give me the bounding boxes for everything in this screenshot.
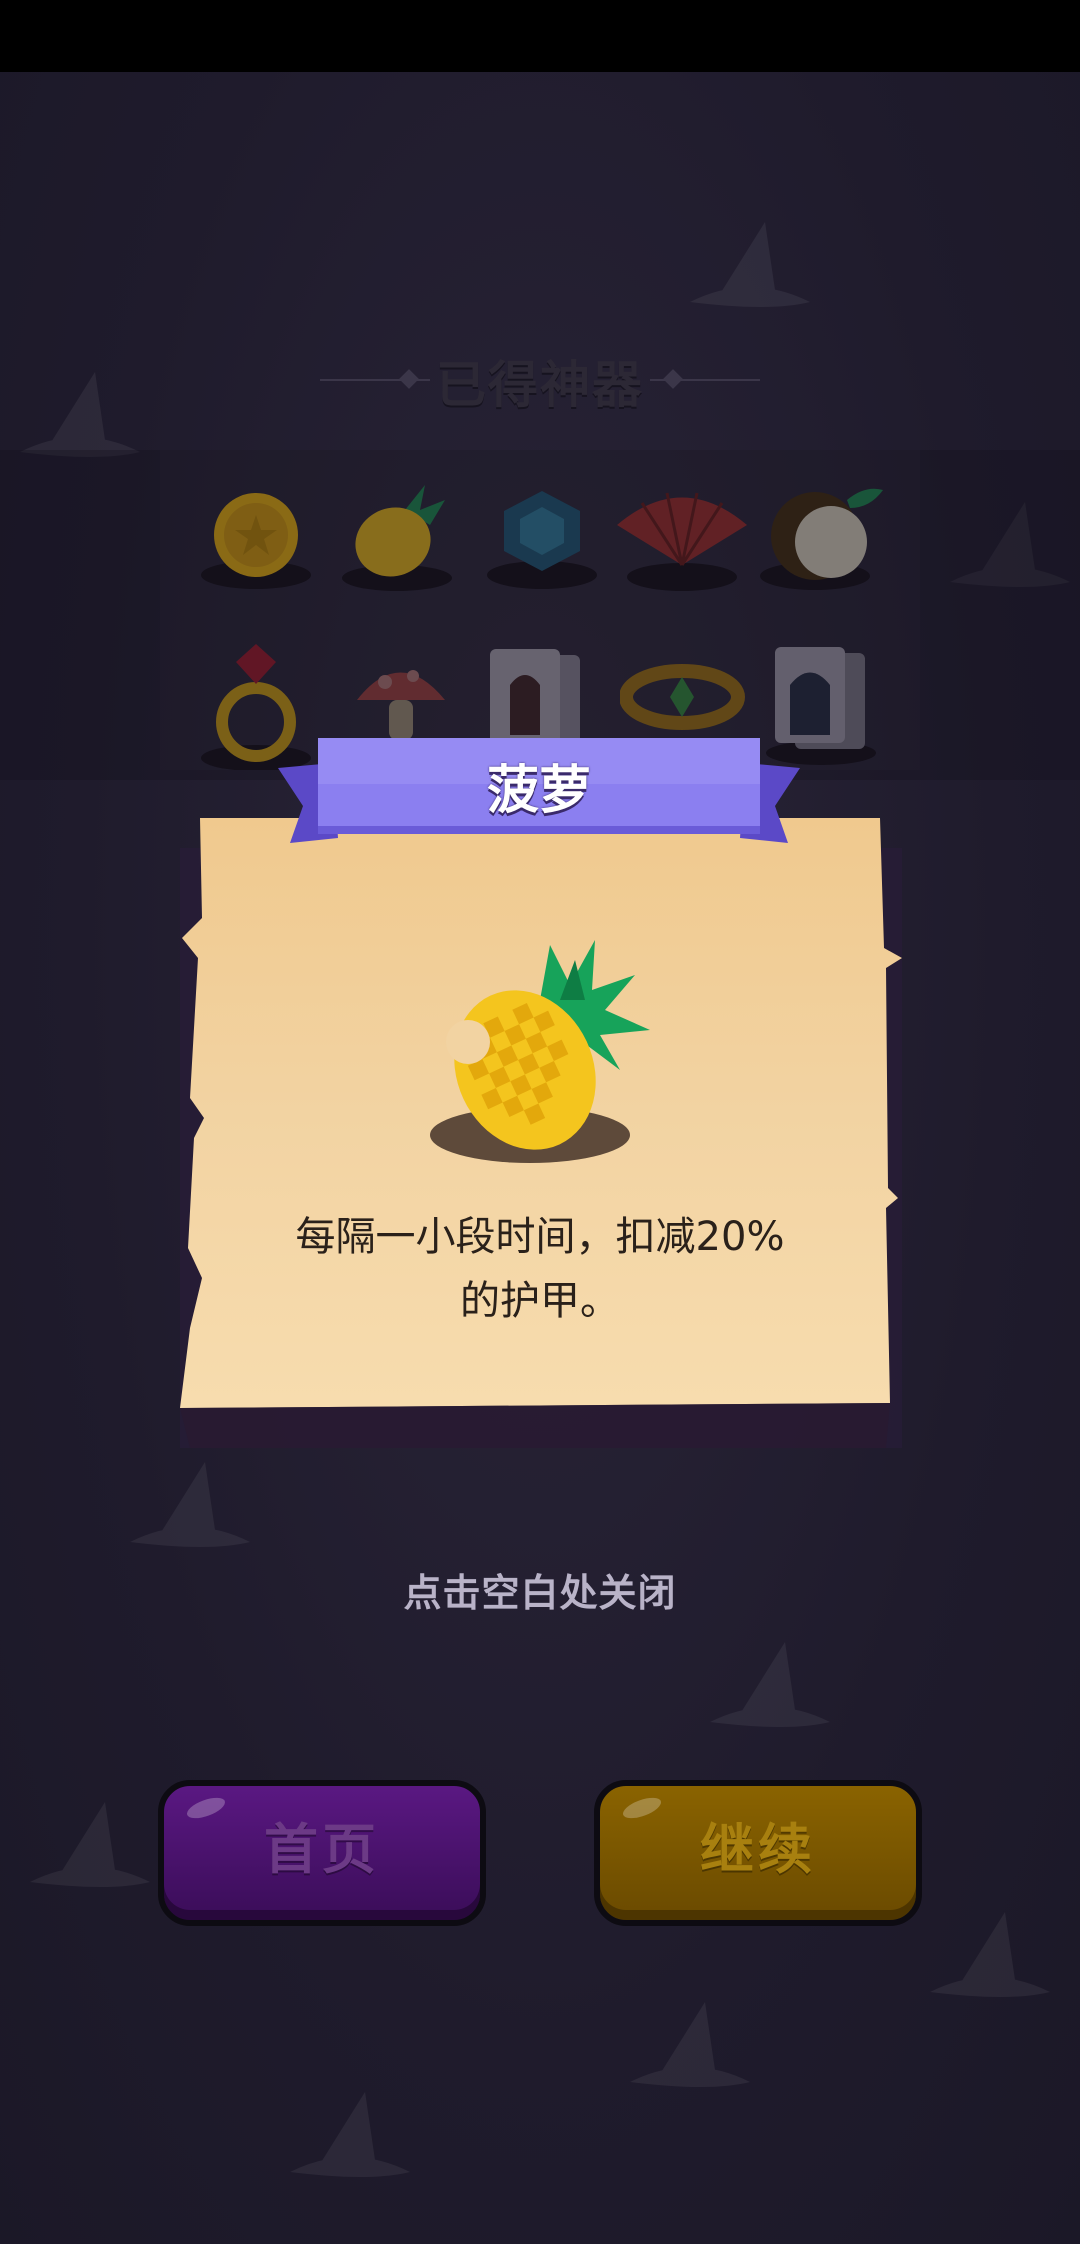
- section-title: 已得神器: [436, 356, 644, 414]
- artifact-description: 每隔一小段时间，扣减20% 的护甲。: [240, 1205, 840, 1333]
- hat-pattern-icon: [630, 2002, 750, 2087]
- status-bar: [0, 0, 1080, 72]
- continue-button[interactable]: 继续: [594, 1780, 922, 1926]
- title-ribbon: 菠萝: [278, 738, 800, 868]
- home-button[interactable]: 首页: [158, 1780, 486, 1926]
- description-line-2: 的护甲。: [460, 1278, 620, 1324]
- hat-pattern-icon: [690, 222, 810, 307]
- hat-pattern-icon: [710, 1642, 830, 1727]
- artifact-name: 菠萝: [486, 761, 591, 821]
- hat-pattern-icon: [30, 1802, 150, 1887]
- close-hint: 点击空白处关闭: [403, 1571, 677, 1615]
- home-button-label: 首页: [264, 1818, 380, 1881]
- header-divider-right: [650, 379, 760, 381]
- section-header: 已得神器: [0, 345, 1080, 415]
- hat-pattern-icon: [130, 1462, 250, 1547]
- modal-dim-overlay[interactable]: [0, 450, 1080, 780]
- header-diamond-icon: [399, 369, 419, 389]
- button-shine: [184, 1793, 228, 1823]
- pineapple-icon: [420, 930, 660, 1170]
- hat-pattern-icon: [290, 2092, 410, 2177]
- continue-button-label: 继续: [700, 1818, 816, 1881]
- description-line-1: 每隔一小段时间，扣减20%: [295, 1214, 785, 1260]
- button-shine: [620, 1793, 664, 1823]
- hat-pattern-icon: [930, 1912, 1050, 1997]
